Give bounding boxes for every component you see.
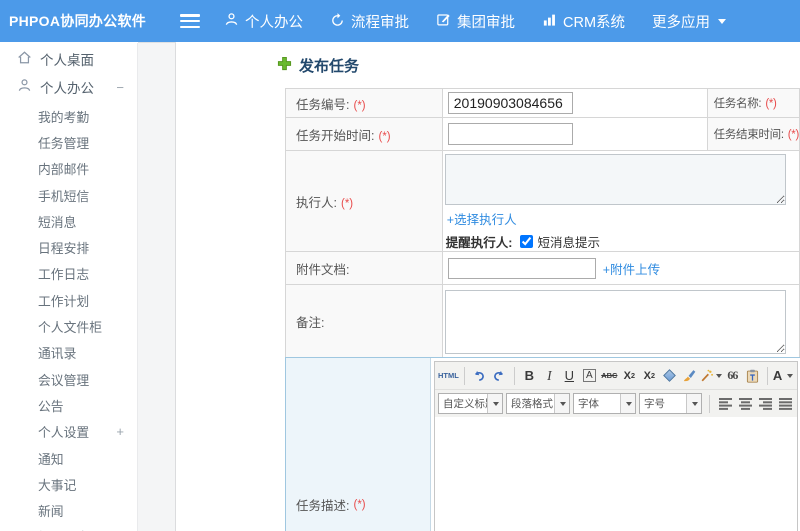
person-icon bbox=[17, 78, 32, 96]
paragraph-format-dropdown[interactable]: 段落格式 bbox=[506, 393, 570, 414]
sidebar-item-announcement[interactable]: 公告 bbox=[0, 392, 137, 418]
align-right-icon[interactable] bbox=[757, 394, 774, 414]
sms-remind-checkbox[interactable] bbox=[520, 235, 534, 248]
sms-remind-label: 短消息提示 bbox=[537, 236, 600, 250]
sidebar-item-internal-mail[interactable]: 内部邮件 bbox=[0, 156, 137, 182]
expand-icon[interactable]: + bbox=[116, 424, 124, 439]
plus-icon bbox=[277, 56, 292, 76]
task-number-input[interactable] bbox=[447, 92, 573, 114]
attachment-input[interactable] bbox=[447, 257, 596, 279]
sidebar-item-vote[interactable]: 投票调查 bbox=[0, 524, 137, 531]
sidebar-item-work-log[interactable]: 工作日志 bbox=[0, 261, 137, 287]
task-number-label: 任务编号: (*) bbox=[285, 88, 443, 118]
custom-title-dropdown[interactable]: 自定义标题 bbox=[438, 393, 503, 414]
sidebar-item-meeting[interactable]: 会议管理 bbox=[0, 366, 137, 392]
align-justify-icon[interactable] bbox=[777, 394, 794, 414]
remark-label: 备注: bbox=[285, 284, 443, 359]
sidebar-item-personal-office[interactable]: 个人办公 − bbox=[0, 73, 137, 101]
sidebar-item-contacts[interactable]: 通讯录 bbox=[0, 340, 137, 366]
underline-button[interactable]: U bbox=[560, 365, 579, 387]
undo-icon[interactable] bbox=[470, 365, 489, 387]
description-label: 任务描述: (*) bbox=[286, 358, 431, 531]
align-left-icon[interactable] bbox=[717, 394, 734, 414]
editor-toolbar-row1: HTML B I U A ABC X2 X 2 66 A bbox=[435, 362, 797, 390]
nav-more-apps[interactable]: 更多应用 bbox=[652, 11, 727, 32]
start-time-label: 任务开始时间: (*) bbox=[285, 117, 443, 151]
sidebar: 个人桌面 个人办公 − 我的考勤 任务管理 内部邮件 手机短信 短消息 日程安排… bbox=[0, 43, 138, 531]
flow-approval-icon bbox=[330, 12, 345, 31]
remind-executor-label: 提醒执行人: bbox=[445, 236, 513, 250]
font-color-button[interactable]: A bbox=[773, 365, 794, 387]
main-content: 发布任务 任务编号:(*) 任务名称:(*) 任务开始时间:(*) 任务结束时间… bbox=[176, 42, 800, 531]
menu-toggle-icon[interactable] bbox=[180, 14, 200, 28]
person-icon bbox=[224, 12, 239, 31]
sidebar-item-schedule[interactable]: 日程安排 bbox=[0, 234, 137, 260]
eraser-icon[interactable] bbox=[660, 365, 679, 387]
task-name-label: 任务名称: (*) bbox=[706, 88, 800, 118]
sidebar-item-work-plan[interactable]: 工作计划 bbox=[0, 287, 137, 313]
html-source-button[interactable]: HTML bbox=[438, 365, 459, 387]
nav-personal-office[interactable]: 个人办公 bbox=[224, 11, 303, 32]
executor-label: 执行人: (*) bbox=[285, 150, 443, 252]
top-header: PHPOA协同办公软件 个人办公 流程审批 集团审批 CRM系统 更多应用 bbox=[0, 0, 800, 42]
top-nav: 个人办公 流程审批 集团审批 CRM系统 更多应用 bbox=[224, 11, 727, 32]
italic-button[interactable]: I bbox=[540, 365, 559, 387]
app-window: PHPOA协同办公软件 个人办公 流程审批 集团审批 CRM系统 更多应用 个人… bbox=[0, 0, 800, 531]
page-title: 发布任务 bbox=[277, 55, 359, 76]
sidebar-item-news[interactable]: 新闻 bbox=[0, 497, 137, 523]
font-family-dropdown[interactable]: 字体 bbox=[573, 393, 636, 414]
sidebar-item-short-message[interactable]: 短消息 bbox=[0, 208, 137, 234]
nav-flow-approval[interactable]: 流程审批 bbox=[330, 11, 409, 32]
choose-executor-link[interactable]: +选择执行人 bbox=[447, 213, 517, 227]
task-description-section: 任务描述: (*) HTML B I U A ABC X 2 X 2 66 A … bbox=[285, 357, 800, 531]
sidebar-item-task-manage[interactable]: 任务管理 bbox=[0, 129, 137, 155]
nav-crm[interactable]: CRM系统 bbox=[542, 11, 625, 32]
blockquote-button[interactable]: 66 bbox=[723, 365, 742, 387]
home-icon bbox=[17, 50, 32, 68]
paste-text-icon[interactable] bbox=[743, 365, 762, 387]
subscript-button[interactable]: X2 bbox=[640, 365, 659, 387]
sidebar-gutter bbox=[138, 43, 176, 531]
app-logo-title: PHPOA协同办公软件 bbox=[9, 13, 147, 29]
font-size-dropdown[interactable]: 字号 bbox=[639, 393, 702, 414]
sidebar-item-attendance[interactable]: 我的考勤 bbox=[0, 103, 137, 129]
sidebar-item-events[interactable]: 大事记 bbox=[0, 471, 137, 497]
remark-textarea[interactable] bbox=[444, 289, 786, 354]
sidebar-item-notice[interactable]: 通知 bbox=[0, 445, 137, 471]
attachment-label: 附件文档: bbox=[285, 251, 443, 285]
bar-chart-icon bbox=[542, 12, 557, 31]
collapse-icon[interactable]: − bbox=[116, 80, 124, 95]
end-time-label: 任务结束时间: (*) bbox=[706, 117, 800, 151]
magic-wand-icon[interactable] bbox=[700, 365, 722, 387]
executor-textarea[interactable] bbox=[444, 154, 786, 205]
attachment-upload-link[interactable]: +附件上传 bbox=[603, 259, 660, 278]
rich-text-editor: HTML B I U A ABC X2 X 2 66 A 自定义标题 段落格式 … bbox=[431, 358, 800, 531]
bold-button[interactable]: B bbox=[520, 365, 539, 387]
redo-icon[interactable] bbox=[490, 365, 509, 387]
edit-square-icon bbox=[436, 12, 451, 31]
brush-icon[interactable] bbox=[680, 365, 699, 387]
sidebar-item-mobile-sms[interactable]: 手机短信 bbox=[0, 182, 137, 208]
sidebar-item-personal-settings[interactable]: 个人设置 + bbox=[0, 419, 137, 445]
start-time-input[interactable] bbox=[447, 123, 573, 145]
editor-toolbar-row2: 自定义标题 段落格式 字体 字号 bbox=[435, 390, 797, 417]
sidebar-item-file-cabinet[interactable]: 个人文件柜 bbox=[0, 313, 137, 339]
task-form: 任务编号:(*) 任务名称:(*) 任务开始时间:(*) 任务结束时间:(*) … bbox=[285, 88, 800, 359]
nav-group-approval[interactable]: 集团审批 bbox=[436, 11, 515, 32]
sidebar-submenu: 我的考勤 任务管理 内部邮件 手机短信 短消息 日程安排 工作日志 工作计划 个… bbox=[0, 103, 137, 531]
strikethrough-button[interactable]: ABC bbox=[600, 365, 619, 387]
font-style-button[interactable]: A bbox=[580, 365, 599, 387]
align-center-icon[interactable] bbox=[737, 394, 754, 414]
superscript-button[interactable]: X2 bbox=[620, 365, 639, 387]
sidebar-item-personal-desktop[interactable]: 个人桌面 bbox=[0, 45, 137, 73]
description-editor-body[interactable] bbox=[435, 417, 797, 531]
caret-down-icon bbox=[718, 18, 727, 24]
